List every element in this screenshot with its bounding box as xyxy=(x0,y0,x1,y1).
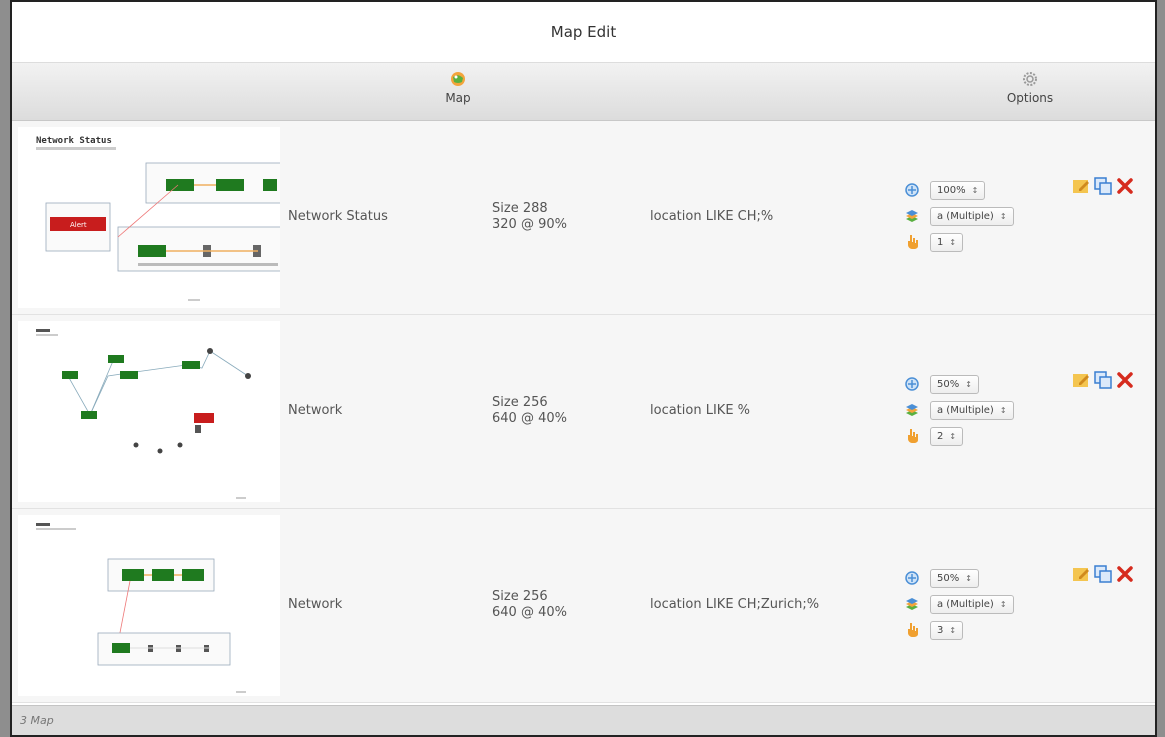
zoom-icon xyxy=(905,571,919,585)
order-select[interactable]: 1 ↕ xyxy=(930,232,964,252)
map-edit-window: Map Edit Map Options Network Status Aler… xyxy=(10,0,1157,737)
delete-icon[interactable] xyxy=(1116,565,1134,583)
tab-map[interactable]: Map xyxy=(435,71,481,105)
map-icon xyxy=(451,72,465,86)
group-value: a (Multiple) xyxy=(937,404,994,416)
order-value: 3 xyxy=(937,624,944,636)
order-select[interactable]: 3 ↕ xyxy=(930,620,964,640)
map-row: Network Status Alert Network Status Size… xyxy=(12,121,1155,315)
map-thumbnail[interactable] xyxy=(18,321,280,502)
tab-options[interactable]: Options xyxy=(995,71,1065,105)
footer-count: 3 Map xyxy=(12,705,1155,735)
scale-value: 50% xyxy=(937,572,960,584)
map-thumbnail[interactable]: Network Status Alert xyxy=(18,127,287,308)
group-value: a (Multiple) xyxy=(937,598,994,610)
map-row: Network Size 256 640 @ 40% location LIKE… xyxy=(12,315,1155,509)
copy-icon[interactable] xyxy=(1094,371,1112,389)
row-actions xyxy=(1072,565,1134,583)
map-size-line2: 320 @ 90% xyxy=(492,217,567,232)
order-select[interactable]: 2 ↕ xyxy=(930,426,964,446)
map-thumbnail[interactable] xyxy=(18,515,280,696)
map-row: Network Size 256 640 @ 40% location LIKE… xyxy=(12,509,1155,703)
zoom-icon xyxy=(905,183,919,197)
order-value: 2 xyxy=(937,430,944,442)
map-size-line1: Size 256 xyxy=(492,395,548,410)
scale-select[interactable]: 50% ↕ xyxy=(930,374,979,394)
delete-icon[interactable] xyxy=(1116,371,1134,389)
network-status-preview: Network Status Alert xyxy=(36,136,287,301)
row-actions xyxy=(1072,177,1134,195)
hand-pointer-icon xyxy=(908,235,918,249)
map-filter: location LIKE % xyxy=(650,403,751,418)
group-select[interactable]: a (Multiple) ↕ xyxy=(930,594,1014,614)
edit-icon[interactable] xyxy=(1072,565,1090,583)
tab-options-label: Options xyxy=(1006,91,1054,105)
thumb-alert-label: Alert xyxy=(70,221,87,229)
thumb-title: Network Status xyxy=(36,136,112,146)
map-controls: 100% ↕ a (Multiple) ↕ 1 ↕ xyxy=(904,177,1014,255)
tab-bar: Map Options xyxy=(12,63,1155,121)
scale-value: 100% xyxy=(937,184,966,196)
map-name: Network xyxy=(288,403,343,418)
zoom-icon xyxy=(905,377,919,391)
map-size-line2: 640 @ 40% xyxy=(492,411,567,426)
group-select[interactable]: a (Multiple) ↕ xyxy=(930,400,1014,420)
layers-icon xyxy=(906,598,918,610)
map-filter: location LIKE CH;Zurich;% xyxy=(650,597,820,612)
scale-value: 50% xyxy=(937,378,960,390)
map-size: Size 288 320 @ 90% xyxy=(492,201,567,233)
hand-pointer-icon xyxy=(908,623,918,637)
group-value: a (Multiple) xyxy=(937,210,994,222)
delete-icon[interactable] xyxy=(1116,177,1134,195)
map-size: Size 256 640 @ 40% xyxy=(492,395,567,427)
map-size-line1: Size 288 xyxy=(492,201,548,216)
map-controls: 50% ↕ a (Multiple) ↕ 3 ↕ xyxy=(904,565,1014,643)
window-title: Map Edit xyxy=(12,2,1155,63)
map-name: Network xyxy=(288,597,343,612)
tab-map-label: Map xyxy=(445,91,471,105)
network-zurich-preview xyxy=(36,523,246,693)
layers-icon xyxy=(906,210,918,222)
scale-select[interactable]: 50% ↕ xyxy=(930,568,979,588)
copy-icon[interactable] xyxy=(1094,177,1112,195)
scale-select[interactable]: 100% ↕ xyxy=(930,180,986,200)
copy-icon[interactable] xyxy=(1094,565,1112,583)
hand-pointer-icon xyxy=(908,429,918,443)
row-actions xyxy=(1072,371,1134,389)
map-controls: 50% ↕ a (Multiple) ↕ 2 ↕ xyxy=(904,371,1014,449)
map-size: Size 256 640 @ 40% xyxy=(492,589,567,621)
order-value: 1 xyxy=(937,236,944,248)
map-filter: location LIKE CH;% xyxy=(650,209,774,224)
layers-icon xyxy=(906,404,918,416)
map-size-line1: Size 256 xyxy=(492,589,548,604)
group-select[interactable]: a (Multiple) ↕ xyxy=(930,206,1014,226)
gear-icon xyxy=(1023,72,1037,86)
map-size-line2: 640 @ 40% xyxy=(492,605,567,620)
edit-icon[interactable] xyxy=(1072,371,1090,389)
edit-icon[interactable] xyxy=(1072,177,1090,195)
network-preview xyxy=(36,329,251,499)
map-name: Network Status xyxy=(288,209,388,224)
